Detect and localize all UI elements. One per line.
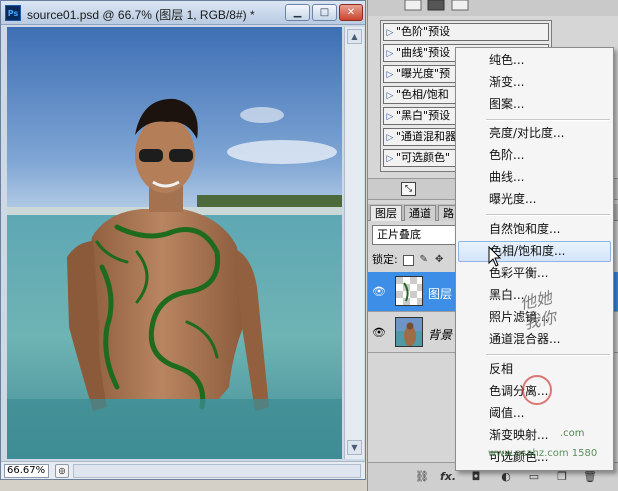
watermark-url: www.psahz.com 1580 <box>488 448 598 459</box>
expand-triangle-icon: ▷ <box>386 133 394 143</box>
clip-to-layer-icon[interactable]: ⤡ <box>401 182 416 196</box>
horizontal-scrollbar[interactable] <box>73 464 361 478</box>
menu-separator <box>486 354 610 356</box>
menu-item-solid-color[interactable]: 纯色... <box>458 50 611 71</box>
layer-name[interactable]: 背景 <box>428 326 452 343</box>
menu-item-gradient[interactable]: 渐变... <box>458 72 611 93</box>
beach-photo-canvas <box>7 27 342 459</box>
status-info-icon[interactable]: ◎ <box>55 464 69 478</box>
expand-triangle-icon: ▷ <box>386 28 394 38</box>
lock-move-icon[interactable]: ✥ <box>433 252 445 268</box>
top-toolbar-strip <box>368 0 618 16</box>
expand-triangle-icon: ▷ <box>386 49 394 59</box>
eye-icon[interactable]: 👁 <box>371 284 387 300</box>
document-title: source01.psd @ 66.7% (图层 1, RGB/8#) * <box>27 8 255 22</box>
expand-triangle-icon: ▷ <box>386 154 394 164</box>
layer-name[interactable]: 图层 <box>428 285 452 302</box>
transparency-checker <box>396 277 422 305</box>
watermark-script-text: 他她我你 <box>518 287 558 333</box>
water-surface <box>7 399 342 459</box>
expand-triangle-icon: ▷ <box>386 91 394 101</box>
new-group-icon[interactable]: ▭ <box>526 469 542 485</box>
treeline <box>197 195 342 209</box>
eye-icon[interactable]: 👁 <box>371 325 387 341</box>
expand-triangle-icon: ▷ <box>386 70 394 80</box>
document-window: Ps source01.psd @ 66.7% (图层 1, RGB/8#) *… <box>0 0 366 480</box>
tab-layers[interactable]: 图层 <box>370 205 402 221</box>
lock-row: 锁定: ✎ ✥ <box>372 252 445 268</box>
zoom-field[interactable]: 66.67% <box>4 464 49 478</box>
menu-item-levels[interactable]: 色阶... <box>458 145 611 166</box>
layer-thumbnail <box>395 276 423 306</box>
document-titlebar[interactable]: Ps source01.psd @ 66.7% (图层 1, RGB/8#) *… <box>1 1 365 25</box>
preset-levels[interactable]: ▷ "色阶"预设 <box>383 23 549 41</box>
pointer-cursor-icon <box>488 246 502 267</box>
menu-item-threshold[interactable]: 阈值... <box>458 403 611 424</box>
tab-channels[interactable]: 通道 <box>404 205 436 221</box>
image-canvas[interactable] <box>7 27 342 459</box>
blend-mode-select[interactable]: 正片叠底 <box>372 225 462 245</box>
adjustment-layer-menu: 纯色... 渐变... 图案... 亮度/对比度... 色阶... 曲线... … <box>455 47 614 471</box>
status-bar: 66.67% ◎ <box>1 461 365 479</box>
expand-triangle-icon: ▷ <box>386 112 394 122</box>
minimize-button[interactable]: ▁ <box>285 4 310 21</box>
menu-item-gradient-map[interactable]: 渐变映射... <box>458 425 611 446</box>
menu-separator <box>486 214 610 216</box>
photoshop-icon: Ps <box>5 5 21 21</box>
maximize-button[interactable]: □ <box>312 4 337 21</box>
cloud <box>227 140 337 164</box>
menu-separator <box>486 119 610 121</box>
lock-transparent-pixels-icon[interactable] <box>403 254 415 266</box>
new-adjustment-layer-icon[interactable]: ◐ <box>498 469 514 485</box>
delete-layer-icon[interactable]: 🗑 <box>582 469 598 485</box>
add-mask-icon[interactable]: ◘ <box>468 469 484 485</box>
menu-item-hue-saturation[interactable]: 色相/饱和度... <box>458 241 611 262</box>
cloud <box>240 107 284 123</box>
vertical-scrollbar[interactable]: ▲ ▼ <box>344 27 364 459</box>
menu-item-pattern[interactable]: 图案... <box>458 94 611 115</box>
background-thumbnail <box>396 318 422 346</box>
menu-item-channel-mixer[interactable]: 通道混合器... <box>458 329 611 350</box>
layer-thumbnail <box>395 317 423 347</box>
scroll-down-icon[interactable]: ▼ <box>347 440 362 455</box>
menu-item-curves[interactable]: 曲线... <box>458 167 611 188</box>
menu-item-brightness-contrast[interactable]: 亮度/对比度... <box>458 123 611 144</box>
link-layers-icon[interactable]: ⛓ <box>414 469 430 485</box>
menu-item-vibrance[interactable]: 自然饱和度... <box>458 219 611 240</box>
close-button[interactable]: ✕ <box>339 4 363 21</box>
new-layer-icon[interactable]: ❐ <box>554 469 570 485</box>
menu-item-color-balance[interactable]: 色彩平衡... <box>458 263 611 284</box>
lock-brush-icon[interactable]: ✎ <box>418 252 430 268</box>
watermark-seal <box>522 375 552 405</box>
scroll-up-icon[interactable]: ▲ <box>347 29 362 44</box>
fx-icon[interactable]: fx. <box>440 469 456 485</box>
menu-item-exposure[interactable]: 曝光度... <box>458 189 611 210</box>
watermark-site-label: .com <box>560 428 585 439</box>
lock-label: 锁定: <box>372 253 398 266</box>
